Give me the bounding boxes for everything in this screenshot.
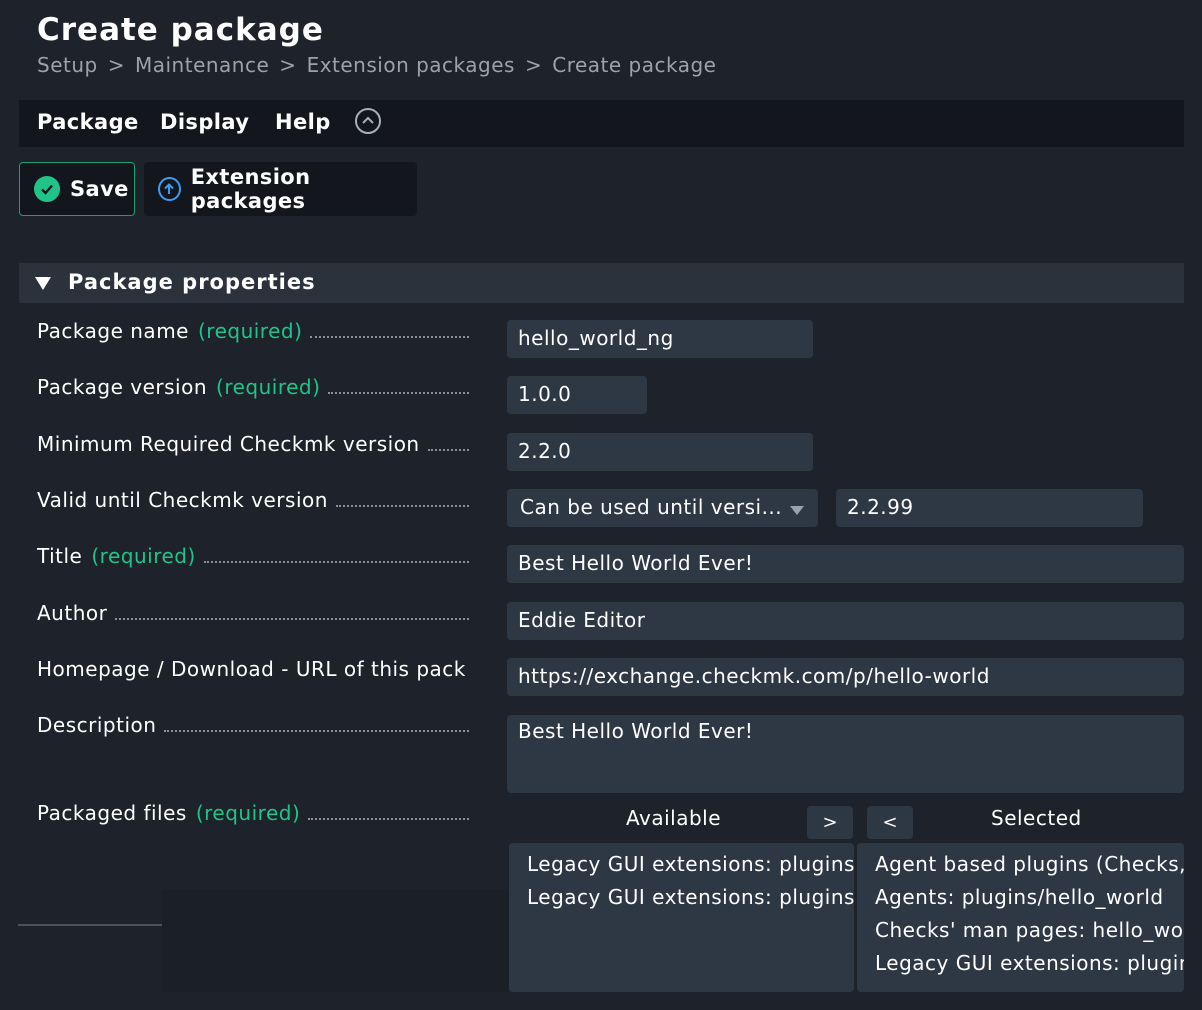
- arrow-up-circle-icon: [158, 177, 181, 201]
- leader-dots: [328, 391, 469, 394]
- chevron-up-icon[interactable]: [355, 108, 381, 134]
- author-label: Author: [37, 601, 469, 625]
- homepage-label: Homepage / Download - URL of this pack: [37, 657, 466, 681]
- leader-dots: [115, 617, 469, 620]
- page-title: Create package: [37, 12, 324, 48]
- breadcrumb-item-extension-packages[interactable]: Extension packages: [307, 53, 515, 77]
- title-label: Title (required): [37, 544, 469, 568]
- list-item[interactable]: Checks' man pages: hello_wor: [875, 917, 1184, 950]
- section-package-properties[interactable]: Package properties: [19, 263, 1184, 303]
- save-button-label: Save: [70, 177, 129, 201]
- extension-packages-label: Extension packages: [190, 165, 311, 213]
- description-label: Description: [37, 713, 469, 737]
- required-marker: (required): [91, 544, 196, 568]
- homepage-input[interactable]: https://exchange.checkmk.com/p/hello-wor…: [507, 658, 1184, 696]
- section-title: Package properties: [68, 270, 316, 294]
- list-item[interactable]: Legacy GUI extensions: plugins/: [527, 851, 854, 884]
- leader-dots: [335, 504, 469, 507]
- leader-dots: [310, 335, 469, 338]
- menu-display[interactable]: Display: [160, 110, 249, 134]
- remove-file-button[interactable]: <: [867, 806, 913, 839]
- leader-dots: [308, 817, 469, 820]
- description-textarea[interactable]: Best Hello World Ever!: [507, 715, 1184, 793]
- package-name-input[interactable]: hello_world_ng: [507, 320, 813, 358]
- breadcrumb-separator: >: [279, 53, 297, 77]
- package-name-label: Package name (required): [37, 319, 469, 343]
- author-input[interactable]: Eddie Editor: [507, 602, 1184, 640]
- list-item[interactable]: Legacy GUI extensions: plugins/: [527, 884, 854, 917]
- sidebar-footer-area: [0, 889, 162, 1010]
- extension-packages-button[interactable]: Extension packages: [144, 162, 417, 216]
- menu-help[interactable]: Help: [275, 110, 331, 134]
- list-item[interactable]: Agents: plugins/hello_world: [875, 884, 1184, 917]
- title-input[interactable]: Best Hello World Ever!: [507, 545, 1184, 583]
- leader-dots: [164, 729, 469, 732]
- add-file-button[interactable]: >: [807, 806, 853, 839]
- min-version-input[interactable]: 2.2.0: [507, 433, 813, 471]
- package-version-input[interactable]: 1.0.0: [507, 376, 647, 414]
- breadcrumb-item-create-package: Create package: [552, 53, 717, 77]
- valid-until-label: Valid until Checkmk version: [37, 488, 469, 512]
- required-marker: (required): [216, 375, 321, 399]
- triangle-down-icon[interactable]: [35, 277, 51, 290]
- required-marker: (required): [195, 801, 301, 825]
- available-files-list[interactable]: Legacy GUI extensions: plugins/ Legacy G…: [509, 843, 854, 992]
- min-version-label: Minimum Required Checkmk version: [37, 432, 469, 456]
- breadcrumb-separator: >: [107, 53, 125, 77]
- leader-dots: [203, 560, 469, 563]
- list-item[interactable]: Legacy GUI extensions: plugin: [875, 950, 1184, 983]
- menu-package[interactable]: Package: [37, 110, 139, 134]
- breadcrumb-separator: >: [524, 53, 543, 77]
- page-footer-area: [162, 889, 509, 992]
- check-circle-icon: [34, 176, 60, 202]
- selected-files-list[interactable]: Agent based plugins (Checks, Agents: plu…: [857, 843, 1184, 992]
- list-item[interactable]: Agent based plugins (Checks,: [875, 851, 1184, 884]
- selected-header: Selected: [991, 806, 1082, 830]
- valid-until-version-input[interactable]: 2.2.99: [836, 489, 1143, 527]
- leader-dots: [427, 448, 469, 451]
- save-button[interactable]: Save: [19, 162, 135, 216]
- breadcrumb-item-setup[interactable]: Setup: [37, 53, 98, 77]
- required-marker: (required): [197, 319, 303, 343]
- dropdown-caret-icon: [790, 506, 804, 515]
- breadcrumb: Setup > Maintenance > Extension packages > Cre…: [37, 53, 716, 77]
- package-version-label: Package version (required): [37, 375, 469, 399]
- valid-until-select-value: Can be used until versi...: [520, 495, 783, 519]
- packaged-files-label: Packaged files (required): [37, 801, 469, 825]
- valid-until-select[interactable]: Can be used until versi...: [507, 489, 818, 527]
- divider: [18, 924, 162, 926]
- breadcrumb-item-maintenance[interactable]: Maintenance: [135, 53, 269, 77]
- page-menu-bar: Package Display Help: [19, 100, 1184, 147]
- available-header: Available: [626, 806, 722, 830]
